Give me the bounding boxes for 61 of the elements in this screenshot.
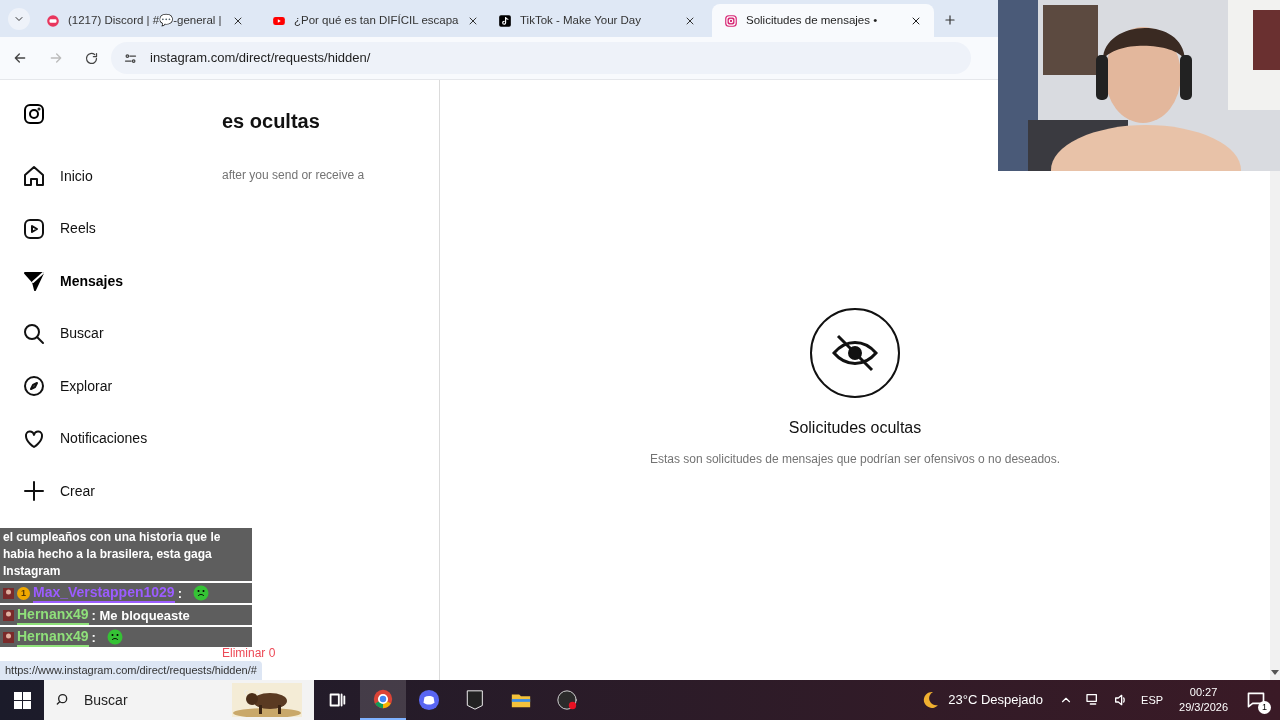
sidebar-item[interactable]: Explorar bbox=[22, 360, 210, 413]
user-avatar-icon bbox=[3, 587, 14, 599]
shield-icon bbox=[464, 689, 486, 711]
search-placeholder: Buscar bbox=[84, 690, 129, 710]
search-field[interactable]: Buscar bbox=[44, 680, 314, 720]
tab-title: TikTok - Make Your Day bbox=[520, 12, 642, 28]
hidden-eye-icon bbox=[810, 308, 900, 398]
badge: 1 bbox=[17, 586, 30, 600]
back-icon[interactable] bbox=[12, 50, 28, 66]
browser-tab[interactable]: ¿Por qué es tan DIFÍCIL escapa bbox=[260, 4, 482, 37]
camera-icon[interactable] bbox=[22, 102, 46, 126]
address-bar[interactable]: instagram.com/direct/requests/hidden/ bbox=[111, 42, 971, 74]
camera-icon bbox=[724, 13, 738, 28]
panel-subtitle: after you send or receive a bbox=[222, 167, 366, 184]
taskbar-app[interactable] bbox=[360, 680, 406, 720]
note-icon bbox=[498, 13, 512, 28]
language-indicator[interactable]: ESP bbox=[1141, 691, 1164, 709]
chat-username: Hernanx49 bbox=[17, 627, 89, 647]
user-avatar-icon bbox=[3, 609, 14, 621]
search-icon bbox=[22, 321, 46, 346]
record-icon bbox=[556, 689, 578, 711]
delete-link[interactable]: Eliminar 0 bbox=[222, 647, 276, 660]
chat-text: : Me bloqueaste bbox=[91, 606, 190, 624]
tab-title: ¿Por qué es tan DIFÍCIL escapa bbox=[294, 12, 459, 28]
weather-text: 23°C Despejado bbox=[948, 691, 1044, 710]
clock-time[interactable]: 00:27 bbox=[1189, 685, 1218, 700]
panel-title: es ocultas bbox=[222, 109, 321, 134]
sidebar-item[interactable]: Inicio bbox=[22, 150, 210, 203]
status-url: https://www.instagram.com/direct/requests/hidden/# bbox=[0, 661, 262, 680]
chat-username: Hernanx49 bbox=[17, 605, 89, 625]
browser-tab[interactable]: (1217) Discord | #💬-general | bbox=[34, 4, 256, 37]
notification-count: 1 bbox=[1258, 701, 1271, 714]
play-icon bbox=[22, 216, 46, 241]
home-icon bbox=[22, 164, 46, 189]
compass-icon bbox=[22, 374, 46, 399]
empty-state-title: Solicitudes ocultas bbox=[788, 418, 922, 438]
plus-icon bbox=[943, 13, 957, 27]
chat-username: Max_Verstappen1029 bbox=[33, 583, 175, 603]
sidebar-item[interactable]: Reels bbox=[22, 202, 210, 255]
weather-widget[interactable]: 23°C Despejado bbox=[920, 690, 1044, 710]
reload-icon[interactable] bbox=[84, 50, 99, 66]
notification-icon[interactable] bbox=[1246, 690, 1266, 710]
paper-plane-icon bbox=[22, 269, 46, 294]
tab-title: (1217) Discord | #💬-general | bbox=[68, 12, 223, 29]
sidebar-item[interactable]: Notificaciones bbox=[22, 412, 210, 465]
chat-text: : bbox=[177, 584, 182, 602]
url-text: instagram.com/direct/requests/hidden/ bbox=[150, 49, 371, 68]
browser-tab[interactable]: Solicitudes de mensajes • bbox=[712, 4, 934, 37]
browser-tab[interactable]: TikTok - Make Your Day bbox=[486, 4, 708, 37]
windows-start-icon[interactable] bbox=[13, 691, 31, 709]
plus-icon bbox=[22, 479, 46, 504]
clock-date[interactable]: 29/3/2026 bbox=[1179, 700, 1228, 715]
chat-message: el cumpleaños con una historia que le habia hecho a la brasilera, esta gaga Instagram bbox=[0, 528, 252, 581]
tab-title: Solicitudes de mensajes • bbox=[746, 12, 879, 28]
scroll-down-icon[interactable] bbox=[1271, 670, 1279, 676]
sidebar-item[interactable]: Mensajes bbox=[22, 255, 210, 308]
user-avatar-icon bbox=[3, 631, 14, 643]
empty-state-description: Estas son solicitudes de mensajes que podrían ser ofensivos o no deseados. bbox=[649, 451, 1061, 468]
sidebar-item[interactable]: Crear bbox=[22, 465, 210, 518]
chat-text: : bbox=[91, 628, 96, 646]
sidebar-item[interactable]: Buscar bbox=[22, 307, 210, 360]
